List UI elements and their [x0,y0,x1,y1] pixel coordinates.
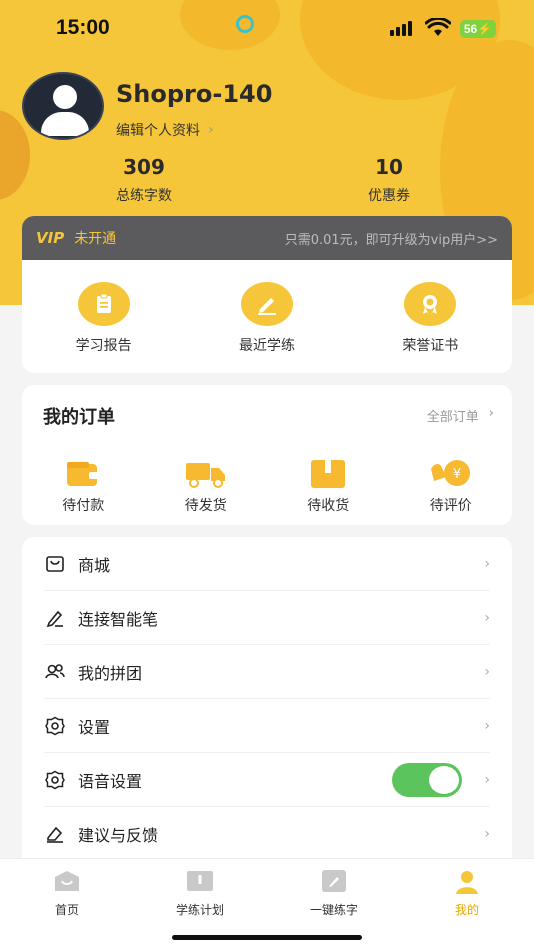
order-pending-payment[interactable]: 待付款 [33,459,133,515]
book-icon [150,869,250,895]
menu-item-shop[interactable]: 商城 › [44,537,490,591]
settings-menu: 商城 › 连接智能笔 › 我的拼团 › 设置 › 语音设置 › 建议与反馈 › [22,537,512,867]
avatar[interactable] [22,72,104,140]
menu-label: 连接智能笔 [78,609,159,629]
order-pending-shipment[interactable]: 待发货 [156,459,256,515]
quick-certificates[interactable]: 荣誉证书 [365,282,495,355]
shop-icon [44,553,66,575]
menu-label: 建议与反馈 [78,826,159,845]
vip-status: 未开通 [74,231,117,247]
chevron-right-icon: › [484,663,490,680]
menu-label: 我的拼团 [78,663,143,683]
vip-logo-icon: VIP [36,229,65,247]
home-indicator[interactable] [172,935,362,940]
tab-study-plan[interactable]: 学练计划 [150,869,250,918]
edit-profile-link[interactable]: 编辑个人资料 › [116,120,214,140]
pen-icon [240,282,293,326]
pen-icon [44,607,66,629]
stat-label: 优惠券 [368,188,410,204]
menu-item-connect-pen[interactable]: 连接智能笔 › [44,591,490,645]
stat-coupons[interactable]: 10 优惠券 [341,155,437,205]
tab-label: 一键练字 [309,903,358,917]
menu-label: 设置 [78,717,111,737]
stat-label: 总练字数 [116,188,172,204]
chevron-right-icon: › [484,771,490,788]
tab-mine[interactable]: 我的 [417,869,517,918]
feedback-icon [44,823,66,845]
tab-home[interactable]: 首页 [17,869,117,918]
quick-recent-practice[interactable]: 最近学练 [202,282,332,355]
chevron-right-icon: › [484,826,490,842]
group-icon [44,661,66,683]
person-icon [417,869,517,895]
vip-banner[interactable]: VIP 未开通 只需0.01元，即可升级为vip用户>> [22,216,512,260]
username: Shopro-140 [116,80,273,108]
box-icon [278,459,378,489]
quick-study-report[interactable]: 学习报告 [39,282,169,355]
tab-quick-practice[interactable]: 一键练字 [284,869,384,918]
status-time: 15:00 [56,16,110,39]
vip-card: VIP 未开通 只需0.01元，即可升级为vip用户>> 学习报告 最近学练 荣… [22,216,512,373]
signal-icon [390,21,412,36]
wifi-icon [425,18,451,36]
tab-label: 学练计划 [175,903,224,917]
wallet-icon [33,459,133,489]
tab-label: 我的 [454,903,479,917]
orders-card: 我的订单 全部订单 › 待付款 待发货 待收货 ¥ 待评价 [22,385,512,525]
order-label: 待付款 [62,498,105,514]
all-orders-label: 全部订单 [426,410,479,425]
menu-item-settings[interactable]: 设置 › [44,699,490,753]
order-label: 待评价 [429,498,472,514]
truck-icon [156,459,256,489]
chevron-right-icon: › [484,555,490,572]
toggle-knob [429,766,459,794]
status-bar: 15:00 56⚡ [0,0,534,56]
battery-icon: 56⚡ [460,20,496,38]
svg-text:¥: ¥ [453,467,461,482]
quick-label: 学习报告 [75,338,132,354]
chevron-right-icon: › [484,717,490,734]
menu-label: 语音设置 [78,771,143,791]
all-orders-link[interactable]: 全部订单 › [427,406,494,425]
tab-label: 首页 [54,903,79,917]
quick-label: 最近学练 [238,338,295,354]
orders-title: 我的订单 [43,407,115,428]
stat-value: 309 [123,155,165,179]
edit-profile-label: 编辑个人资料 [116,123,200,139]
chevron-right-icon: › [484,609,490,626]
background-shape [0,110,30,200]
chevron-right-icon: › [208,122,214,138]
order-label: 待发货 [184,498,227,514]
stat-practice-count[interactable]: 309 总练字数 [96,155,192,205]
voice-toggle[interactable] [392,763,462,797]
chevron-right-icon: › [488,406,494,421]
order-pending-review[interactable]: ¥ 待评价 [401,459,501,515]
stat-value: 10 [375,155,403,179]
order-pending-receipt[interactable]: 待收货 [278,459,378,515]
menu-label: 商城 [78,555,111,575]
menu-item-group-buy[interactable]: 我的拼团 › [44,645,490,699]
menu-item-feedback[interactable]: 建议与反馈 › [44,807,490,861]
menu-item-voice-settings[interactable]: 语音设置 › [44,753,490,807]
quick-label: 荣誉证书 [402,338,459,354]
gear-icon [44,769,66,791]
review-icon: ¥ [401,459,501,489]
badge-icon [404,282,457,326]
camera-indicator-icon [236,15,254,33]
gear-icon [44,715,66,737]
quick-actions: 学习报告 最近学练 荣誉证书 [22,260,512,355]
home-icon [17,869,117,895]
order-label: 待收货 [307,498,350,514]
order-status-row: 待付款 待发货 待收货 ¥ 待评价 [22,459,512,515]
write-icon [284,869,384,895]
clipboard-icon [77,282,130,326]
vip-promo-link[interactable]: 只需0.01元，即可升级为vip用户>> [285,229,498,248]
